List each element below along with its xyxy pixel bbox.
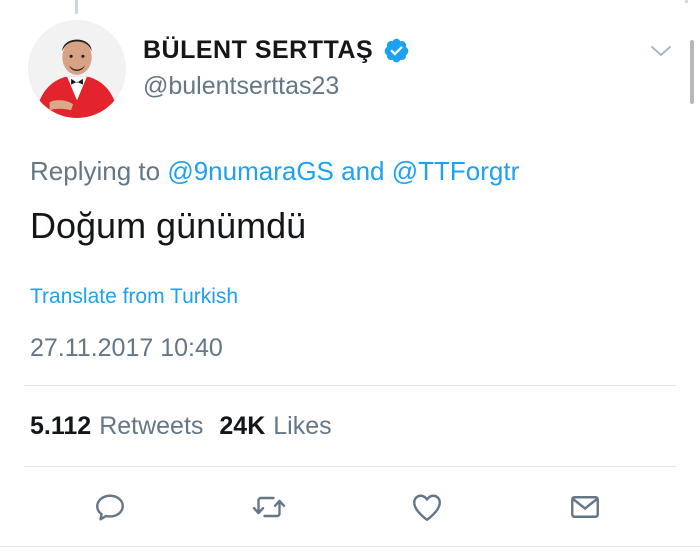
engagement-stats: 5.112 Retweets 24K Likes — [30, 412, 348, 441]
author-name-row[interactable]: BÜLENT SERTTAŞ — [143, 36, 410, 65]
tweet-timestamp[interactable]: 27.11.2017 10:40 — [30, 334, 223, 363]
divider — [24, 466, 676, 467]
direct-message-icon — [571, 496, 599, 518]
bottom-divider — [0, 546, 700, 547]
chevron-down-icon[interactable] — [648, 40, 674, 62]
scrollbar[interactable] — [690, 40, 694, 104]
tweet-text: Doğum günümdü — [30, 205, 307, 246]
likes-label: Likes — [273, 412, 332, 440]
author-handle[interactable]: @bulentserttas23 — [143, 72, 339, 101]
replying-to-line: Replying to @9numaraGS and @TTForgtr — [30, 156, 519, 187]
retweets-label: Retweets — [99, 412, 204, 440]
replying-to-label: Replying to — [30, 156, 161, 186]
reply-icon — [96, 494, 124, 521]
like-button[interactable] — [405, 485, 449, 529]
mention-link[interactable]: @TTForgtr — [392, 156, 520, 186]
likes-stat[interactable]: 24K Likes — [219, 412, 347, 441]
verified-badge-icon — [383, 37, 410, 64]
divider — [24, 385, 676, 386]
retweet-button[interactable] — [247, 485, 291, 529]
retweets-stat[interactable]: 5.112 Retweets — [30, 412, 219, 441]
reply-button[interactable] — [88, 485, 132, 529]
avatar-image — [28, 20, 126, 118]
mention-joiner[interactable]: and — [341, 156, 384, 186]
thread-connector-line — [75, 0, 78, 14]
avatar[interactable] — [28, 20, 126, 118]
tweet-action-bar — [0, 485, 700, 533]
translate-link[interactable]: Translate from Turkish — [30, 285, 238, 309]
likes-count: 24K — [219, 412, 266, 440]
retweets-count: 5.112 — [30, 412, 92, 440]
top-edge-mark — [685, 0, 688, 3]
direct-message-button[interactable] — [563, 485, 607, 529]
retweet-icon — [252, 496, 286, 518]
author-display-name[interactable]: BÜLENT SERTTAŞ — [143, 36, 373, 65]
like-icon — [413, 494, 441, 521]
mention-link[interactable]: @9numaraGS — [167, 156, 334, 186]
